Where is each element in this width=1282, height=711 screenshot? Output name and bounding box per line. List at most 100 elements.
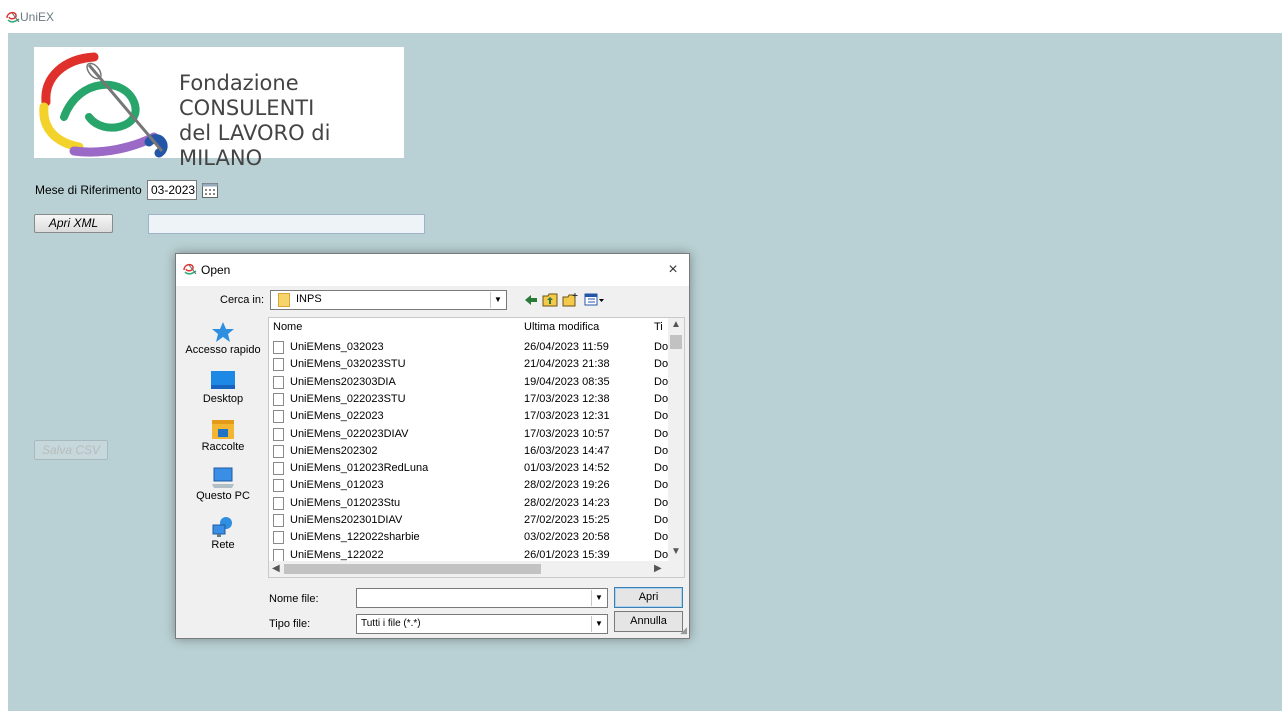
scroll-down-icon[interactable]: ▼ bbox=[671, 546, 681, 557]
cancel-button[interactable]: Annulla bbox=[614, 611, 683, 632]
scroll-left-icon[interactable]: ◀ bbox=[272, 563, 280, 574]
file-row[interactable]: UniEMens_032023 26/04/2023 11:59 Do bbox=[269, 340, 669, 357]
column-header-modified[interactable]: Ultima modifica bbox=[524, 321, 599, 333]
file-modified: 26/04/2023 11:59 bbox=[524, 341, 609, 353]
file-type: Do bbox=[654, 392, 669, 405]
place-questo-pc[interactable]: Questo PC bbox=[185, 466, 261, 502]
file-row[interactable]: UniEMens202301DIAV 27/02/2023 15:25 Do bbox=[269, 513, 669, 530]
file-type: Do bbox=[654, 358, 669, 371]
file-name: UniEMens_122022 bbox=[290, 548, 384, 561]
file-type: Do bbox=[654, 444, 669, 457]
file-row[interactable]: UniEMens_022023 17/03/2023 12:31 Do bbox=[269, 409, 669, 426]
open-button[interactable]: Apri bbox=[614, 587, 683, 608]
document-icon bbox=[273, 444, 284, 458]
dialog-titlebar: Open × bbox=[176, 254, 689, 286]
logo-line-3: del LAVORO di MILANO bbox=[179, 121, 331, 170]
place-label: Raccolte bbox=[201, 441, 245, 453]
resize-grip-icon[interactable]: ◢ bbox=[680, 625, 687, 636]
place-rete[interactable]: Rete bbox=[185, 515, 261, 551]
file-modified: 01/03/2023 14:52 bbox=[524, 462, 610, 475]
file-name: UniEMens202303DIA bbox=[290, 375, 396, 388]
file-modified: 26/01/2023 15:39 bbox=[524, 548, 610, 561]
place-accesso-rapido[interactable]: Accesso rapido bbox=[185, 320, 261, 356]
file-modified: 28/02/2023 14:23 bbox=[524, 496, 610, 509]
calendar-icon[interactable] bbox=[202, 182, 218, 198]
file-list[interactable]: Nome Ultima modifica Ti UniEMens_032023 2… bbox=[268, 317, 685, 578]
filetype-label: Tipo file: bbox=[269, 618, 311, 630]
column-header-name[interactable]: Nome bbox=[273, 321, 302, 333]
lookin-dropdown[interactable]: INPS ▼ bbox=[270, 290, 507, 310]
app-logo-icon bbox=[6, 11, 20, 23]
filetype-value: Tutti i file (*.*) bbox=[361, 618, 421, 629]
file-modified: 17/03/2023 12:38 bbox=[524, 392, 610, 405]
desktop-icon bbox=[211, 371, 235, 389]
place-desktop[interactable]: Desktop bbox=[185, 369, 261, 405]
vertical-scrollbar[interactable]: ▲ ▼ bbox=[668, 318, 684, 562]
file-row[interactable]: UniEMens_022023DIAV 17/03/2023 10:57 Do bbox=[269, 427, 669, 444]
file-row[interactable]: UniEMens_122022sharbie 03/02/2023 20:58 Do bbox=[269, 530, 669, 547]
document-icon bbox=[273, 462, 284, 476]
document-icon bbox=[273, 531, 284, 545]
network-icon bbox=[212, 517, 232, 537]
computer-icon bbox=[212, 467, 234, 488]
filename-input[interactable]: ▼ bbox=[356, 588, 608, 608]
vertical-scroll-thumb[interactable] bbox=[670, 335, 682, 349]
open-file-dialog: Open × Cerca in: INPS ▼ Accesso rapido D… bbox=[175, 253, 690, 639]
file-name: UniEMens_022023STU bbox=[290, 392, 406, 405]
lookin-value: INPS bbox=[296, 293, 322, 305]
salva-csv-button: Salva CSV bbox=[34, 440, 108, 460]
horizontal-scroll-thumb[interactable] bbox=[284, 564, 541, 574]
document-icon bbox=[273, 410, 284, 424]
up-folder-icon[interactable] bbox=[542, 292, 558, 308]
document-icon bbox=[273, 479, 284, 493]
file-name: UniEMens_012023Stu bbox=[290, 496, 401, 509]
file-row[interactable]: UniEMens_012023Stu 28/02/2023 14:23 Do bbox=[269, 496, 669, 513]
column-header-type[interactable]: Ti bbox=[654, 321, 663, 333]
logo-line-1: Fondazione bbox=[179, 71, 299, 95]
close-icon[interactable]: × bbox=[664, 261, 682, 279]
file-modified: 03/02/2023 20:58 bbox=[524, 531, 610, 544]
place-label: Accesso rapido bbox=[185, 344, 261, 356]
file-type: Do bbox=[654, 496, 669, 509]
document-icon bbox=[273, 375, 284, 389]
file-row[interactable]: UniEMens_022023STU 17/03/2023 12:38 Do bbox=[269, 392, 669, 409]
horizontal-scrollbar[interactable]: ◀ ▶ bbox=[269, 561, 684, 577]
file-name: UniEMens_032023 bbox=[290, 341, 384, 353]
file-name: UniEMens_012023 bbox=[290, 479, 384, 492]
chevron-down-icon[interactable]: ▼ bbox=[591, 590, 606, 606]
file-modified: 19/04/2023 08:35 bbox=[524, 375, 610, 388]
place-raccolte[interactable]: Raccolte bbox=[185, 417, 261, 453]
file-name: UniEMens_022023 bbox=[290, 410, 384, 423]
file-row[interactable]: UniEMens_032023STU 21/04/2023 21:38 Do bbox=[269, 357, 669, 374]
mese-riferimento-field[interactable]: 03-2023 bbox=[147, 180, 197, 200]
file-row[interactable]: UniEMens202302 16/03/2023 14:47 Do bbox=[269, 444, 669, 461]
scroll-up-icon[interactable]: ▲ bbox=[671, 319, 681, 330]
file-type: Do bbox=[654, 514, 669, 526]
dialog-app-icon bbox=[183, 263, 197, 275]
file-type: Do bbox=[654, 462, 669, 475]
view-menu-icon[interactable] bbox=[584, 292, 606, 308]
document-icon bbox=[273, 358, 284, 372]
file-modified: 27/02/2023 15:25 bbox=[524, 514, 610, 526]
foundation-logo-mark bbox=[39, 52, 168, 158]
file-type: Do bbox=[654, 427, 669, 440]
filetype-dropdown[interactable]: Tutti i file (*.*) ▼ bbox=[356, 614, 608, 634]
file-row[interactable]: UniEMens_012023 28/02/2023 19:26 Do bbox=[269, 478, 669, 495]
place-label: Questo PC bbox=[196, 490, 250, 502]
xml-path-field[interactable] bbox=[148, 214, 425, 234]
chevron-down-icon[interactable]: ▼ bbox=[490, 292, 505, 308]
filename-label: Nome file: bbox=[269, 593, 319, 605]
file-type: Do bbox=[654, 410, 669, 423]
apri-xml-button[interactable]: Apri XML bbox=[34, 214, 113, 233]
place-label: Rete bbox=[211, 539, 235, 551]
chevron-down-icon[interactable]: ▼ bbox=[591, 616, 606, 632]
place-label: Desktop bbox=[202, 393, 244, 405]
file-row[interactable]: UniEMens202303DIA 19/04/2023 08:35 Do bbox=[269, 375, 669, 392]
app-titlebar: UniEX bbox=[0, 0, 1282, 33]
file-modified: 28/02/2023 19:26 bbox=[524, 479, 610, 492]
scroll-right-icon[interactable]: ▶ bbox=[654, 563, 662, 574]
file-row[interactable]: UniEMens_012023RedLuna 01/03/2023 14:52 Do bbox=[269, 461, 669, 478]
file-type: Do bbox=[654, 531, 669, 544]
back-arrow-icon[interactable] bbox=[524, 292, 538, 308]
new-folder-icon[interactable] bbox=[562, 292, 578, 308]
